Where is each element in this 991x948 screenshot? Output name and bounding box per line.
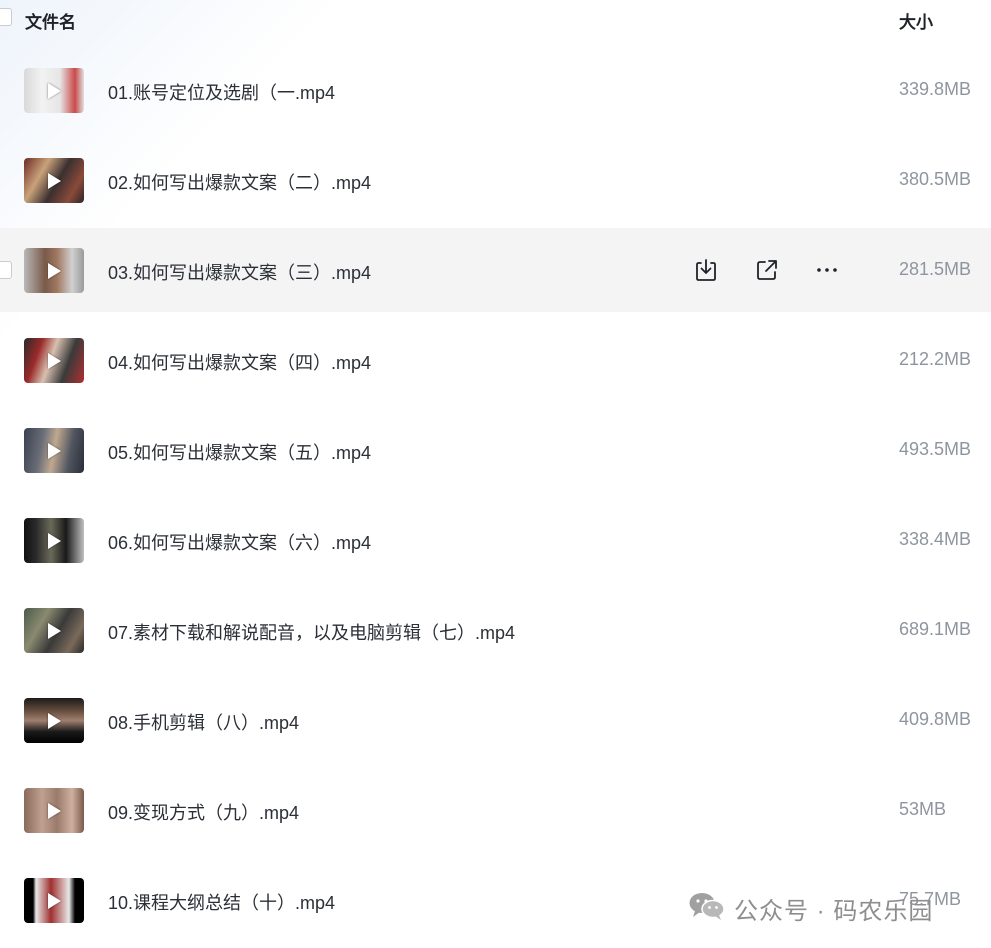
play-icon (48, 83, 61, 99)
play-icon (48, 713, 61, 729)
more-icon[interactable] (814, 257, 840, 283)
video-thumbnail (24, 698, 84, 743)
file-size: 493.5MB (899, 439, 972, 459)
file-name[interactable]: 08.手机剪辑（八）.mp4 (108, 709, 299, 735)
file-name[interactable]: 02.如何写出爆款文案（二）.mp4 (108, 169, 371, 195)
file-size: 380.5MB (899, 169, 972, 189)
file-row[interactable]: 05.如何写出爆款文案（五）.mp4 493.5MB (0, 408, 991, 492)
share-icon[interactable] (754, 257, 780, 283)
file-row[interactable]: 06.如何写出爆款文案（六）.mp4 338.4MB (0, 498, 991, 582)
file-name[interactable]: 10.课程大纲总结（十）.mp4 (108, 889, 335, 915)
file-row[interactable]: 01.账号定位及选剧（一.mp4 339.8MB (0, 48, 991, 132)
file-name[interactable]: 03.如何写出爆款文案（三）.mp4 (108, 259, 371, 285)
video-thumbnail (24, 338, 84, 383)
file-list-header: 文件名 大小 (0, 0, 991, 38)
file-size: 409.8MB (899, 709, 972, 729)
file-row[interactable]: 02.如何写出爆款文案（二）.mp4 380.5MB (0, 138, 991, 222)
video-thumbnail (24, 878, 84, 923)
watermark-text: 公众号 · 码农乐园 (734, 897, 934, 925)
play-icon (48, 173, 61, 189)
file-row[interactable]: 07.素材下载和解说配音，以及电脑剪辑（七）.mp4 689.1MB (0, 588, 991, 672)
file-size: 212.2MB (899, 349, 972, 369)
video-thumbnail (24, 788, 84, 833)
column-header-size[interactable]: 大小 (899, 8, 933, 33)
play-icon (48, 263, 61, 279)
file-name[interactable]: 09.变现方式（九）.mp4 (108, 799, 299, 825)
video-thumbnail (24, 68, 84, 113)
file-size: 281.5MB (899, 259, 972, 279)
video-thumbnail (24, 608, 84, 653)
file-row-hovered[interactable]: 03.如何写出爆款文案（三）.mp4 281.5MB (0, 228, 991, 312)
file-name[interactable]: 07.素材下载和解说配音，以及电脑剪辑（七）.mp4 (108, 619, 515, 645)
video-thumbnail (24, 428, 84, 473)
play-icon (48, 623, 61, 639)
video-thumbnail (24, 518, 84, 563)
download-icon[interactable] (693, 257, 719, 283)
file-row[interactable]: 04.如何写出爆款文案（四）.mp4 212.2MB (0, 318, 991, 402)
file-name[interactable]: 06.如何写出爆款文案（六）.mp4 (108, 529, 371, 555)
file-name[interactable]: 04.如何写出爆款文案（四）.mp4 (108, 349, 371, 375)
file-row[interactable]: 09.变现方式（九）.mp4 53MB (0, 768, 991, 852)
play-icon (48, 803, 61, 819)
file-name[interactable]: 05.如何写出爆款文案（五）.mp4 (108, 439, 371, 465)
video-thumbnail (24, 158, 84, 203)
play-icon (48, 533, 61, 549)
file-size: 689.1MB (899, 619, 972, 639)
play-icon (48, 443, 61, 459)
play-icon (48, 353, 61, 369)
file-row[interactable]: 08.手机剪辑（八）.mp4 409.8MB (0, 678, 991, 762)
video-thumbnail (24, 248, 84, 293)
file-size: 338.4MB (899, 529, 972, 549)
play-icon (48, 893, 61, 909)
select-all-checkbox[interactable] (0, 8, 12, 26)
file-size: 53MB (899, 799, 947, 819)
file-size: 339.8MB (899, 79, 972, 99)
wechat-icon (688, 891, 726, 926)
file-name[interactable]: 01.账号定位及选剧（一.mp4 (108, 79, 335, 105)
row-checkbox[interactable] (0, 261, 12, 279)
watermark: 公众号 · 码农乐园 (688, 891, 934, 926)
column-header-name[interactable]: 文件名 (25, 8, 76, 33)
